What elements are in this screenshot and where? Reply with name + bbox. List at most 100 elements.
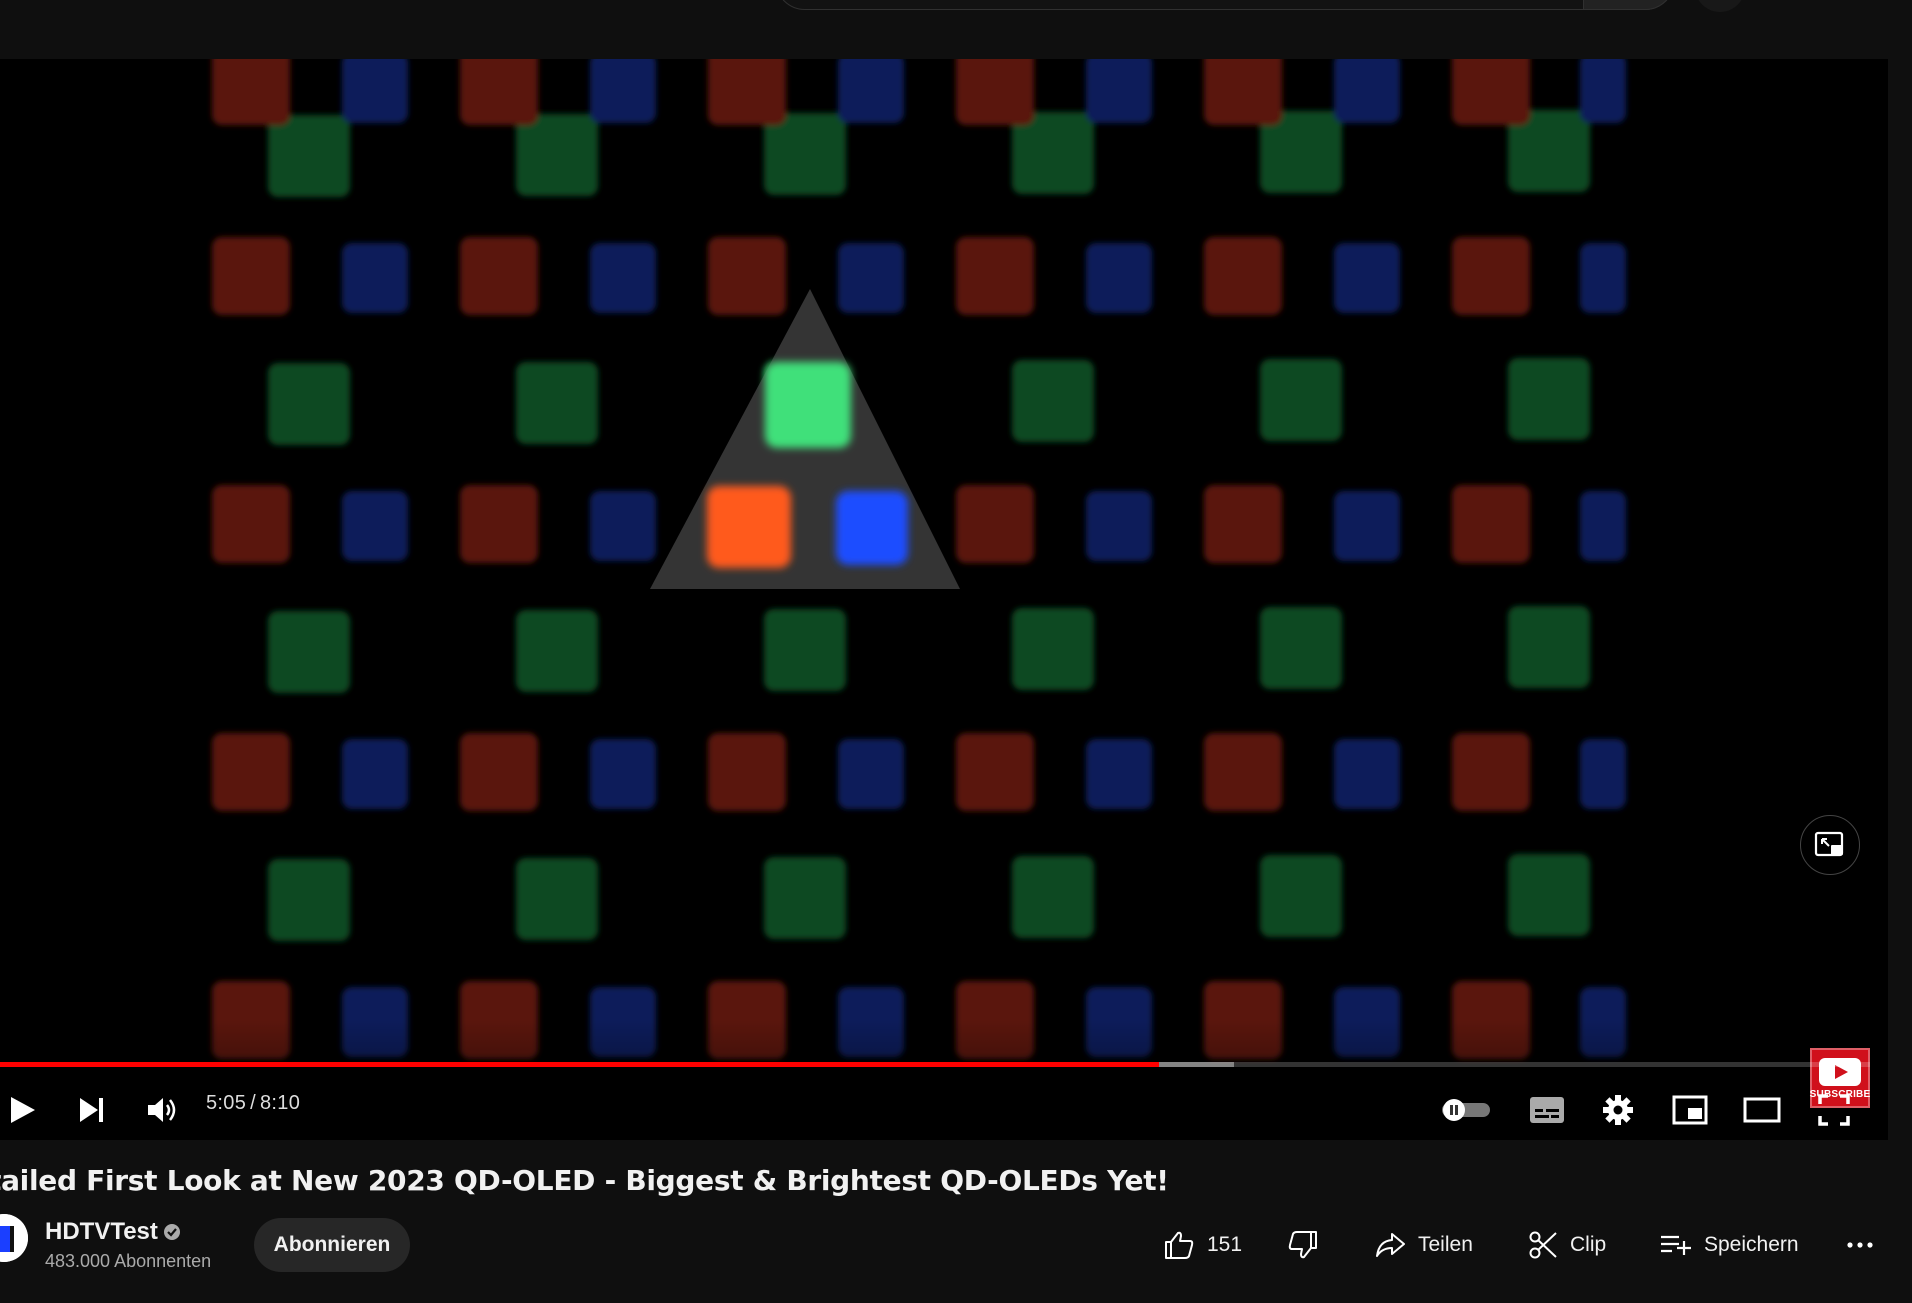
next-button[interactable] (72, 1082, 112, 1138)
youtube-logo-icon (1819, 1057, 1861, 1086)
subtitles-button[interactable] (1527, 1090, 1567, 1130)
subpixel-blue (590, 739, 656, 809)
subpixel-blue (590, 243, 656, 313)
subpixel-blue (1086, 491, 1152, 561)
video-player[interactable]: SUBSCRIBE 5:05/8:10 (0, 59, 1888, 1140)
subpixel-green (1260, 359, 1342, 441)
subpixel-blue (1334, 59, 1400, 123)
subpixel-green (268, 115, 350, 197)
autoplay-toggle[interactable] (1440, 1090, 1492, 1130)
save-button[interactable]: Speichern (1660, 1218, 1799, 1272)
subpixel-blue (1580, 491, 1626, 561)
search-input[interactable] (775, 0, 1675, 10)
subpixel-blue (1334, 739, 1400, 809)
add-to-playlist-icon (1661, 1235, 1691, 1255)
progress-bar[interactable] (0, 1062, 1870, 1067)
subpixel-blue (342, 59, 408, 123)
settings-button[interactable] (1598, 1090, 1638, 1130)
dislike-button[interactable] (1287, 1218, 1319, 1272)
autoplay-toggle-icon (1442, 1099, 1490, 1121)
subpixel-green (764, 609, 846, 691)
subpixel-red (1204, 59, 1282, 125)
subpixel-blue (1580, 243, 1626, 313)
subpixel-green (516, 362, 598, 444)
subpixel-green (516, 114, 598, 196)
subpixel-red (1452, 485, 1530, 563)
subpixel-green (268, 859, 350, 941)
subscribe-button[interactable]: Abonnieren (254, 1218, 410, 1272)
subpixel-blue (590, 59, 656, 123)
subpixel-red (1204, 733, 1282, 811)
subpixel-green (268, 363, 350, 445)
share-label: Teilen (1418, 1233, 1473, 1256)
subpixel-blue (1086, 243, 1152, 313)
channel-logo-icon (0, 1214, 28, 1262)
masthead (0, 0, 1912, 59)
theater-mode-button[interactable] (1742, 1090, 1782, 1130)
channel-name[interactable]: HDTVTest (45, 1218, 158, 1246)
time-display: 5:05/8:10 (206, 1092, 300, 1115)
thumbs-up-icon (1165, 1231, 1194, 1259)
subpixel-green (516, 610, 598, 692)
save-label: Speichern (1704, 1233, 1799, 1256)
subpixel-blue (838, 243, 904, 313)
share-icon (1376, 1233, 1405, 1257)
subpixel-red (1452, 733, 1530, 811)
subpixel-red (1452, 59, 1530, 125)
subpixel-blue (838, 739, 904, 809)
more-actions-button[interactable] (1846, 1218, 1874, 1272)
subpixel-red (956, 485, 1034, 563)
voice-search-button[interactable] (1695, 0, 1745, 12)
volume-icon (148, 1098, 176, 1122)
share-button[interactable]: Teilen (1374, 1218, 1473, 1272)
play-button[interactable] (0, 1082, 44, 1138)
video-frame (212, 59, 1626, 1059)
subpixel-green (1260, 607, 1342, 689)
video-title: tailed First Look at New 2023 QD-OLED - … (0, 1164, 1169, 1197)
subpixel-green (516, 858, 598, 940)
fullscreen-icon (1818, 1094, 1850, 1126)
subpixel-green (1508, 606, 1590, 688)
theater-icon (1743, 1097, 1781, 1123)
subpixel-green (268, 611, 350, 693)
next-icon (80, 1098, 103, 1122)
play-icon (11, 1097, 35, 1123)
picture-in-picture-icon (1814, 831, 1844, 857)
subpixel-red (212, 733, 290, 811)
picture-in-picture-button[interactable] (1800, 815, 1860, 875)
subpixel-red (956, 733, 1034, 811)
subpixel-blue (1334, 243, 1400, 313)
subpixel-green (1508, 358, 1590, 440)
subtitles-icon (1530, 1097, 1564, 1123)
subpixel-red (1204, 485, 1282, 563)
time-total: 8:10 (260, 1092, 301, 1114)
subpixel-triangle-diagram (650, 289, 960, 589)
search-button[interactable] (1583, 0, 1675, 10)
subpixel-blue (1086, 739, 1152, 809)
thumbs-down-icon (1288, 1231, 1317, 1259)
subpixel-red (956, 59, 1034, 125)
subpixel-red (708, 59, 786, 125)
like-button[interactable]: 151 (1163, 1218, 1242, 1272)
subpixel-blue (342, 491, 408, 561)
like-count: 151 (1207, 1233, 1243, 1256)
miniplayer-button[interactable] (1670, 1090, 1710, 1130)
subscriber-count: 483.000 Abonnenten (45, 1251, 212, 1271)
subpixel-red (460, 485, 538, 563)
subpixel-green (764, 857, 846, 939)
subpixel-red (956, 237, 1034, 315)
subpixel-blue (342, 739, 408, 809)
subpixel-red (708, 237, 786, 315)
subpixel-red (460, 733, 538, 811)
subpixel-blue (590, 491, 656, 561)
clip-button[interactable]: Clip (1528, 1218, 1606, 1272)
clip-label: Clip (1570, 1233, 1607, 1256)
subpixel-red (212, 237, 290, 315)
subpixel-green (1508, 854, 1590, 936)
channel-avatar[interactable] (0, 1214, 28, 1262)
miniplayer-icon (1672, 1095, 1708, 1125)
fullscreen-button[interactable] (1814, 1090, 1854, 1130)
subpixel-red (212, 485, 290, 563)
volume-button[interactable] (142, 1082, 184, 1138)
subpixel-green (1012, 360, 1094, 442)
